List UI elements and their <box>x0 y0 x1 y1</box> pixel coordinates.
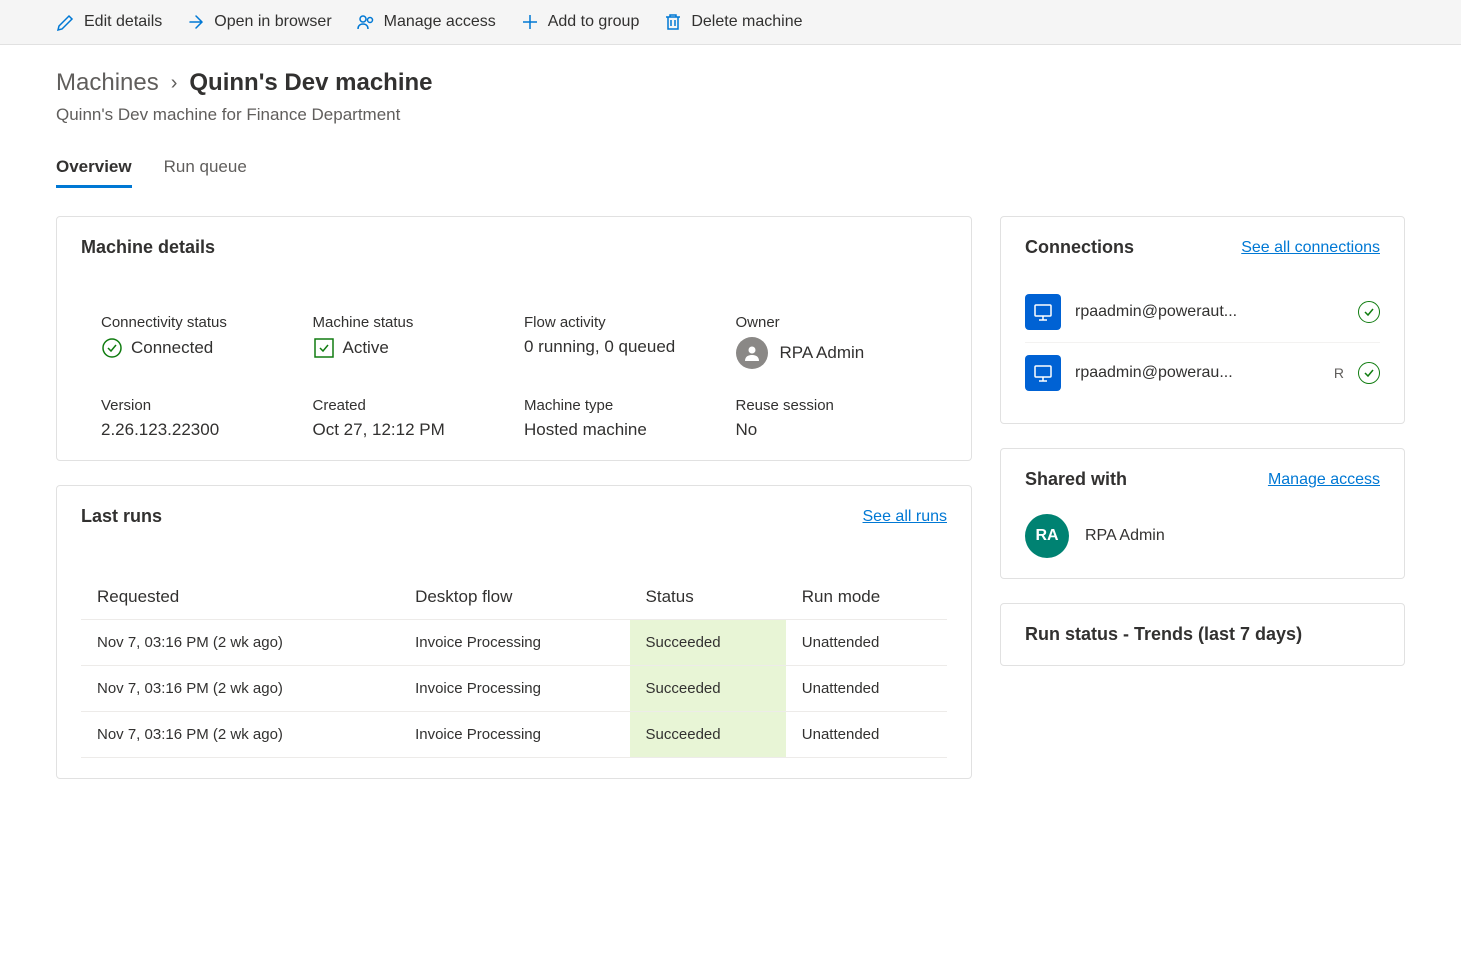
manage-access-link[interactable]: Manage access <box>1268 471 1380 489</box>
cell-status: Succeeded <box>630 666 786 712</box>
cell-mode: Unattended <box>786 712 947 758</box>
machine-status-label: Machine status <box>313 314 505 331</box>
breadcrumb-parent[interactable]: Machines <box>56 69 159 97</box>
tab-run-queue[interactable]: Run queue <box>164 149 247 188</box>
table-row[interactable]: Nov 7, 03:16 PM (2 wk ago)Invoice Proces… <box>81 620 947 666</box>
trash-icon <box>663 12 683 32</box>
cell-requested: Nov 7, 03:16 PM (2 wk ago) <box>81 712 399 758</box>
avatar: RA <box>1025 514 1069 558</box>
machine-type-label: Machine type <box>524 397 716 414</box>
machine-details-card: Machine details Connectivity status Conn… <box>56 216 972 461</box>
shared-with-title: Shared with <box>1025 469 1127 490</box>
checkmark-circle-icon <box>101 337 123 359</box>
detail-flow-activity: Flow activity 0 running, 0 queued <box>524 314 716 369</box>
delete-machine-button[interactable]: Delete machine <box>663 12 802 32</box>
cell-requested: Nov 7, 03:16 PM (2 wk ago) <box>81 620 399 666</box>
manage-access-button[interactable]: Manage access <box>356 12 496 32</box>
add-to-group-label: Add to group <box>548 13 640 31</box>
detail-owner: Owner RPA Admin <box>736 314 928 369</box>
detail-machine-status: Machine status Active <box>313 314 505 369</box>
detail-version: Version 2.26.123.22300 <box>101 397 293 440</box>
table-row[interactable]: Nov 7, 03:16 PM (2 wk ago)Invoice Proces… <box>81 666 947 712</box>
breadcrumb: Machines › Quinn's Dev machine <box>56 69 1405 97</box>
add-to-group-button[interactable]: Add to group <box>520 12 640 32</box>
machine-type-value: Hosted machine <box>524 420 716 440</box>
last-runs-title: Last runs <box>81 506 162 527</box>
detail-connectivity: Connectivity status Connected <box>101 314 293 369</box>
last-runs-card: Last runs See all runs Requested Desktop… <box>56 485 972 779</box>
edit-details-button[interactable]: Edit details <box>56 12 162 32</box>
col-status[interactable]: Status <box>630 575 786 620</box>
people-icon <box>356 12 376 32</box>
connectivity-value: Connected <box>131 338 213 358</box>
cell-flow: Invoice Processing <box>399 620 629 666</box>
tab-overview[interactable]: Overview <box>56 149 132 188</box>
person-icon <box>736 337 768 369</box>
connection-item[interactable]: rpaadmin@powerau... R <box>1025 343 1380 403</box>
connection-name: rpaadmin@poweraut... <box>1075 303 1344 321</box>
page-subtitle: Quinn's Dev machine for Finance Departme… <box>56 105 1405 125</box>
shared-user-name: RPA Admin <box>1085 527 1165 545</box>
see-all-runs-link[interactable]: See all runs <box>863 508 948 526</box>
cell-mode: Unattended <box>786 620 947 666</box>
cell-requested: Nov 7, 03:16 PM (2 wk ago) <box>81 666 399 712</box>
machine-status-value: Active <box>343 338 389 358</box>
shared-user[interactable]: RA RPA Admin <box>1025 514 1380 558</box>
col-run-mode[interactable]: Run mode <box>786 575 947 620</box>
cell-status: Succeeded <box>630 620 786 666</box>
desktop-flow-icon <box>1025 355 1061 391</box>
cell-mode: Unattended <box>786 666 947 712</box>
table-row[interactable]: Nov 7, 03:16 PM (2 wk ago)Invoice Proces… <box>81 712 947 758</box>
tabs: Overview Run queue <box>56 149 1405 188</box>
reuse-value: No <box>736 420 928 440</box>
shared-with-card: Shared with Manage access RA RPA Admin <box>1000 448 1405 579</box>
detail-machine-type: Machine type Hosted machine <box>524 397 716 440</box>
flow-activity-label: Flow activity <box>524 314 716 331</box>
last-runs-table: Requested Desktop flow Status Run mode N… <box>81 575 947 758</box>
checkmark-box-icon <box>313 337 335 359</box>
chevron-right-icon: › <box>171 72 178 95</box>
pencil-icon <box>56 12 76 32</box>
created-value: Oct 27, 12:12 PM <box>313 420 505 440</box>
owner-label: Owner <box>736 314 928 331</box>
reuse-label: Reuse session <box>736 397 928 414</box>
open-in-browser-icon <box>186 12 206 32</box>
breadcrumb-current: Quinn's Dev machine <box>189 69 432 97</box>
edit-details-label: Edit details <box>84 13 162 31</box>
version-label: Version <box>101 397 293 414</box>
plus-icon <box>520 12 540 32</box>
created-label: Created <box>313 397 505 414</box>
connectivity-label: Connectivity status <box>101 314 293 331</box>
checkmark-circle-icon <box>1358 362 1380 384</box>
cell-status: Succeeded <box>630 712 786 758</box>
col-desktop-flow[interactable]: Desktop flow <box>399 575 629 620</box>
owner-value: RPA Admin <box>780 343 865 363</box>
manage-access-label: Manage access <box>384 13 496 31</box>
connections-title: Connections <box>1025 237 1134 258</box>
delete-machine-label: Delete machine <box>691 13 802 31</box>
run-status-trends-card: Run status - Trends (last 7 days) <box>1000 603 1405 666</box>
open-in-browser-button[interactable]: Open in browser <box>186 12 331 32</box>
version-value: 2.26.123.22300 <box>101 420 293 440</box>
connection-extra: R <box>1334 365 1344 381</box>
machine-details-title: Machine details <box>81 237 215 258</box>
detail-created: Created Oct 27, 12:12 PM <box>313 397 505 440</box>
flow-activity-value: 0 running, 0 queued <box>524 337 716 357</box>
see-all-connections-link[interactable]: See all connections <box>1241 239 1380 257</box>
run-status-title: Run status - Trends (last 7 days) <box>1025 624 1380 645</box>
checkmark-circle-icon <box>1358 301 1380 323</box>
connections-card: Connections See all connections rpaadmin… <box>1000 216 1405 424</box>
open-in-browser-label: Open in browser <box>214 13 331 31</box>
connection-item[interactable]: rpaadmin@poweraut... <box>1025 282 1380 343</box>
col-requested[interactable]: Requested <box>81 575 399 620</box>
cell-flow: Invoice Processing <box>399 712 629 758</box>
detail-reuse-session: Reuse session No <box>736 397 928 440</box>
cell-flow: Invoice Processing <box>399 666 629 712</box>
toolbar: Edit details Open in browser Manage acce… <box>0 0 1461 45</box>
desktop-flow-icon <box>1025 294 1061 330</box>
connection-name: rpaadmin@powerau... <box>1075 364 1320 382</box>
